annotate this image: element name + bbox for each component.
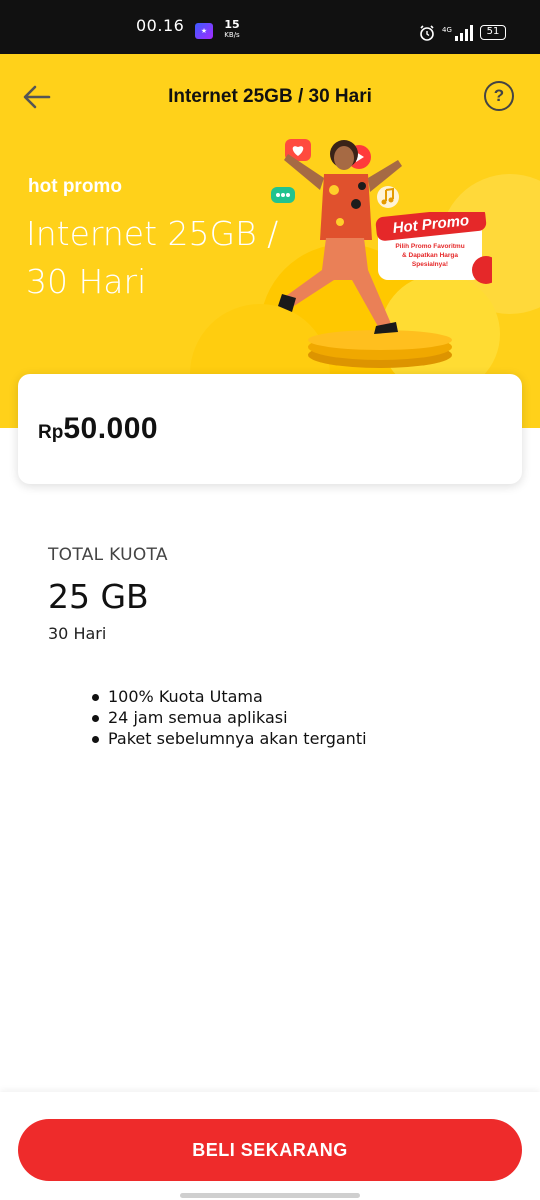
promo-hero: Hot Promo Pilih Promo Favoritmu & Dapatk… — [0, 54, 540, 428]
battery-indicator: 51 — [480, 25, 506, 40]
home-indicator[interactable] — [180, 1193, 360, 1198]
hot-promo-tag: hot promo — [28, 176, 122, 197]
signal-icon: 4G — [442, 25, 473, 41]
price-card: Rp50.000 — [18, 374, 522, 484]
svg-text:Pilih Promo Favoritmu: Pilih Promo Favoritmu — [395, 243, 464, 250]
status-time: 00.16 — [136, 16, 185, 35]
price-currency: Rp — [38, 422, 64, 443]
status-bar: 00.16 ★ 15 KB/s 4G 51 — [0, 0, 540, 54]
help-icon[interactable]: ? — [484, 81, 514, 111]
buy-now-button[interactable]: BELI SEKARANG — [18, 1119, 522, 1181]
price-amount: 50.000 — [63, 412, 159, 445]
network-speed-value: 15 — [224, 18, 240, 31]
hero-title: Internet 25GB / 30 Hari — [26, 214, 279, 301]
list-item: 24 jam semua aplikasi — [90, 707, 367, 728]
total-quota-value: 25 GB — [48, 577, 149, 616]
svg-text:Spesialnya!: Spesialnya! — [412, 261, 448, 268]
svg-text:4G: 4G — [442, 26, 452, 34]
total-quota-label: TOTAL KUOTA — [48, 545, 168, 565]
list-item: 100% Kuota Utama — [90, 686, 367, 707]
app-notification-icon: ★ — [195, 23, 213, 39]
network-speed-unit: KB/s — [224, 31, 240, 39]
hot-promo-badge: Hot Promo Pilih Promo Favoritmu & Dapatk… — [375, 212, 492, 284]
price: Rp50.000 — [38, 412, 158, 446]
quota-duration: 30 Hari — [48, 624, 107, 643]
svg-text:& Dapatkan Harga: & Dapatkan Harga — [402, 252, 458, 259]
page-title: Internet 25GB / 30 Hari — [168, 86, 372, 107]
network-speed: 15 KB/s — [220, 18, 244, 40]
alarm-icon — [420, 25, 434, 41]
feature-list: 100% Kuota Utama 24 jam semua aplikasi P… — [90, 686, 367, 749]
list-item: Paket sebelumnya akan terganti — [90, 728, 367, 749]
